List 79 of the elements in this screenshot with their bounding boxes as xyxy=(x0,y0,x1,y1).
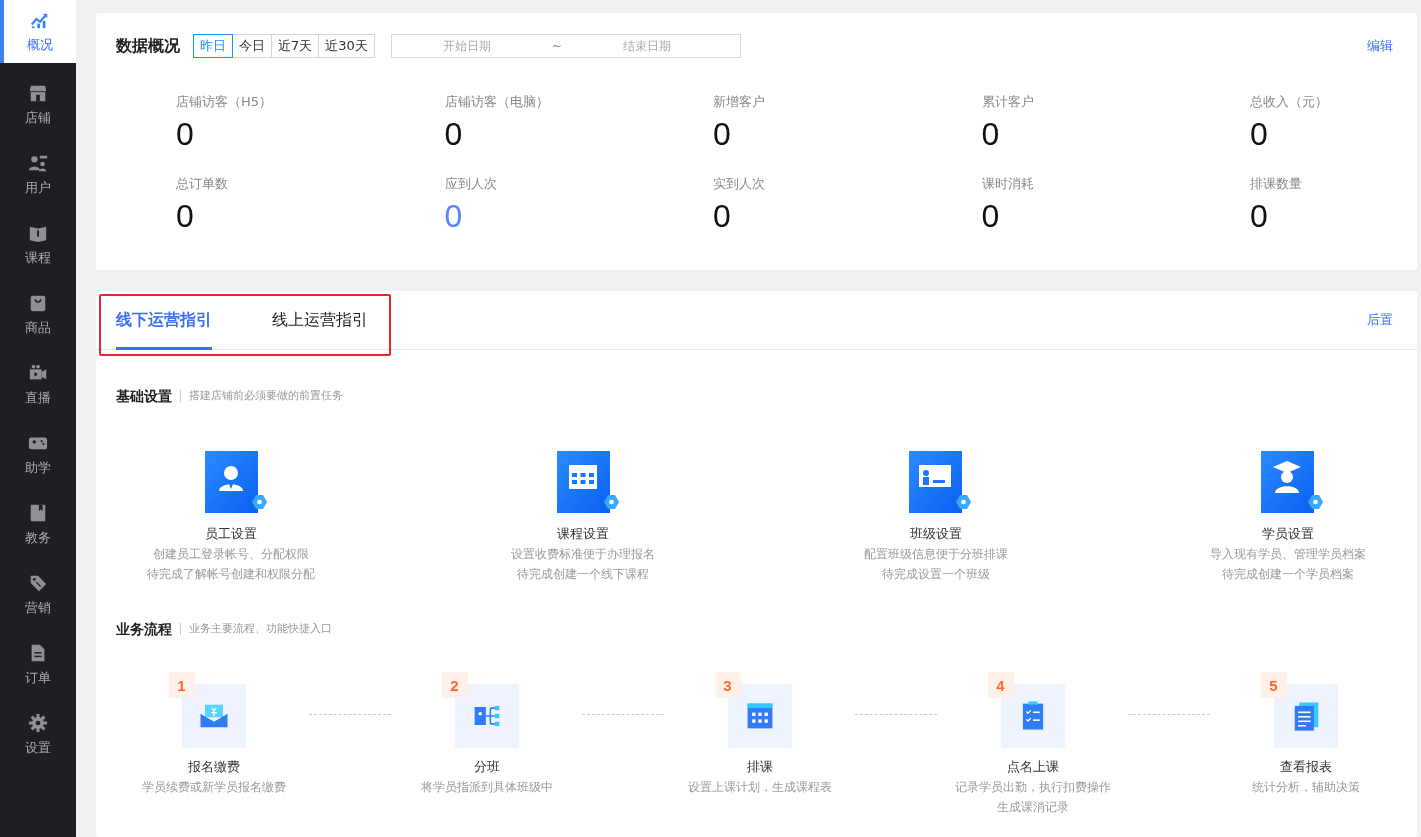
sidebar-item[interactable]: 店铺 xyxy=(0,70,76,140)
step-number: 2 xyxy=(441,672,468,698)
setup-title: 员工设置 xyxy=(205,525,257,543)
stat-label: 排课数量 xyxy=(1250,175,1302,193)
setup-description: 配置班级信息便于分班排课 xyxy=(863,546,1008,563)
notebook-icon xyxy=(28,503,48,523)
section-subtitle: 业务主要流程、功能快捷入口 xyxy=(189,621,332,636)
setup-status: 待完成创建一个学员档案 xyxy=(1222,566,1354,583)
setup-status: 待完成设置一个班级 xyxy=(881,566,990,583)
step-description: 学员续费或新学员报名缴费 xyxy=(141,779,286,796)
period-button[interactable]: 今日 xyxy=(232,34,272,58)
step-number: 5 xyxy=(1260,672,1287,698)
stat-value: 0 xyxy=(713,197,731,235)
period-button[interactable]: 近30天 xyxy=(318,34,375,58)
stat-value: 0 xyxy=(981,197,1000,235)
stat-label: 总收入（元） xyxy=(1250,93,1328,111)
sidebar-item[interactable]: 课程 xyxy=(0,210,76,280)
sidebar-item[interactable]: 营销 xyxy=(0,560,76,630)
date-separator: ~ xyxy=(550,39,563,53)
step-description: 生成课消记录 xyxy=(996,799,1069,816)
sidebar-item[interactable]: 订单 xyxy=(0,630,76,700)
setup-description: 导入现有学员、管理学员档案 xyxy=(1210,546,1366,563)
date-range-picker[interactable]: 开始日期 ~ 结束日期 xyxy=(390,34,741,58)
stat-value: 0 xyxy=(1250,115,1268,153)
stat-label: 新增客户 xyxy=(713,93,765,111)
setup-title: 课程设置 xyxy=(557,525,610,543)
tab[interactable]: 线下运营指引 xyxy=(116,290,212,350)
step-number: 1 xyxy=(168,672,195,698)
stat-value: 0 xyxy=(713,115,731,153)
edit-link[interactable]: 编辑 xyxy=(1367,37,1393,55)
stat-label: 总订单数 xyxy=(176,175,228,193)
section-title: 数据概况 xyxy=(116,35,180,57)
section-title: 基础设置 xyxy=(116,389,181,402)
step-number: 4 xyxy=(987,672,1014,698)
sidebar-item[interactable]: 商品 xyxy=(0,280,76,350)
stat-value: 0 xyxy=(981,115,1000,153)
setup-title: 学员设置 xyxy=(1262,525,1314,543)
period-button[interactable]: 近7天 xyxy=(271,34,320,58)
stat-label: 店铺访客（电脑） xyxy=(444,93,549,111)
postpone-link[interactable]: 后置 xyxy=(1367,311,1393,329)
sidebar-item[interactable]: 助学 xyxy=(0,420,76,490)
sidebar-item[interactable]: 设置 xyxy=(0,700,76,770)
stat-label: 店铺访客（H5） xyxy=(176,93,273,111)
setup-status: 待完成创建一个线下课程 xyxy=(517,566,650,583)
stat-value: 0 xyxy=(176,197,194,235)
stat-label: 实到人次 xyxy=(713,175,765,193)
stat-label: 课时消耗 xyxy=(981,175,1034,193)
setup-description: 创建员工登录帐号、分配权限 xyxy=(153,546,309,563)
step-description: 统计分析，辅助决策 xyxy=(1251,779,1360,796)
step-title: 查看报表 xyxy=(1279,758,1332,776)
users-icon xyxy=(28,153,48,173)
step-description: 记录学员出勤，执行扣费操作 xyxy=(954,779,1111,796)
setup-description: 设置收费标准便于办理报名 xyxy=(511,546,656,563)
gear-icon xyxy=(28,713,48,733)
step-title: 点名上课 xyxy=(1006,758,1059,776)
step-description: 设置上课计划，生成课程表 xyxy=(687,779,832,796)
step-title: 分班 xyxy=(473,758,500,776)
stat-value: 0 xyxy=(1250,197,1268,235)
setup-status: 待完成了解帐号创建和权限分配 xyxy=(147,566,315,583)
stat-label: 累计客户 xyxy=(981,93,1034,111)
setup-title: 班级设置 xyxy=(909,525,962,543)
step-title: 报名缴费 xyxy=(187,758,240,776)
step-description: 将学员指派到具体班级中 xyxy=(420,779,553,796)
price-tag-icon xyxy=(28,573,48,593)
sidebar-item[interactable]: 直播 xyxy=(0,350,76,420)
step-number: 3 xyxy=(714,672,741,698)
sidebar-item[interactable]: 教务 xyxy=(0,490,76,560)
tab[interactable]: 线上运营指引 xyxy=(272,290,368,350)
stat-value: 0 xyxy=(444,197,463,235)
stat-value: 0 xyxy=(176,115,194,153)
section-subtitle: 搭建店铺前必须要做的前置任务 xyxy=(189,388,343,403)
storefront-icon xyxy=(28,83,48,103)
shopping-bag-icon xyxy=(28,293,48,313)
stat-label: 应到人次 xyxy=(444,175,497,193)
sidebar-item[interactable]: 用户 xyxy=(0,140,76,210)
step-title: 排课 xyxy=(746,758,773,776)
stat-value: 0 xyxy=(444,115,463,153)
section-title: 业务流程 xyxy=(116,622,181,635)
sidebar-item[interactable]: 概况 xyxy=(0,0,76,63)
